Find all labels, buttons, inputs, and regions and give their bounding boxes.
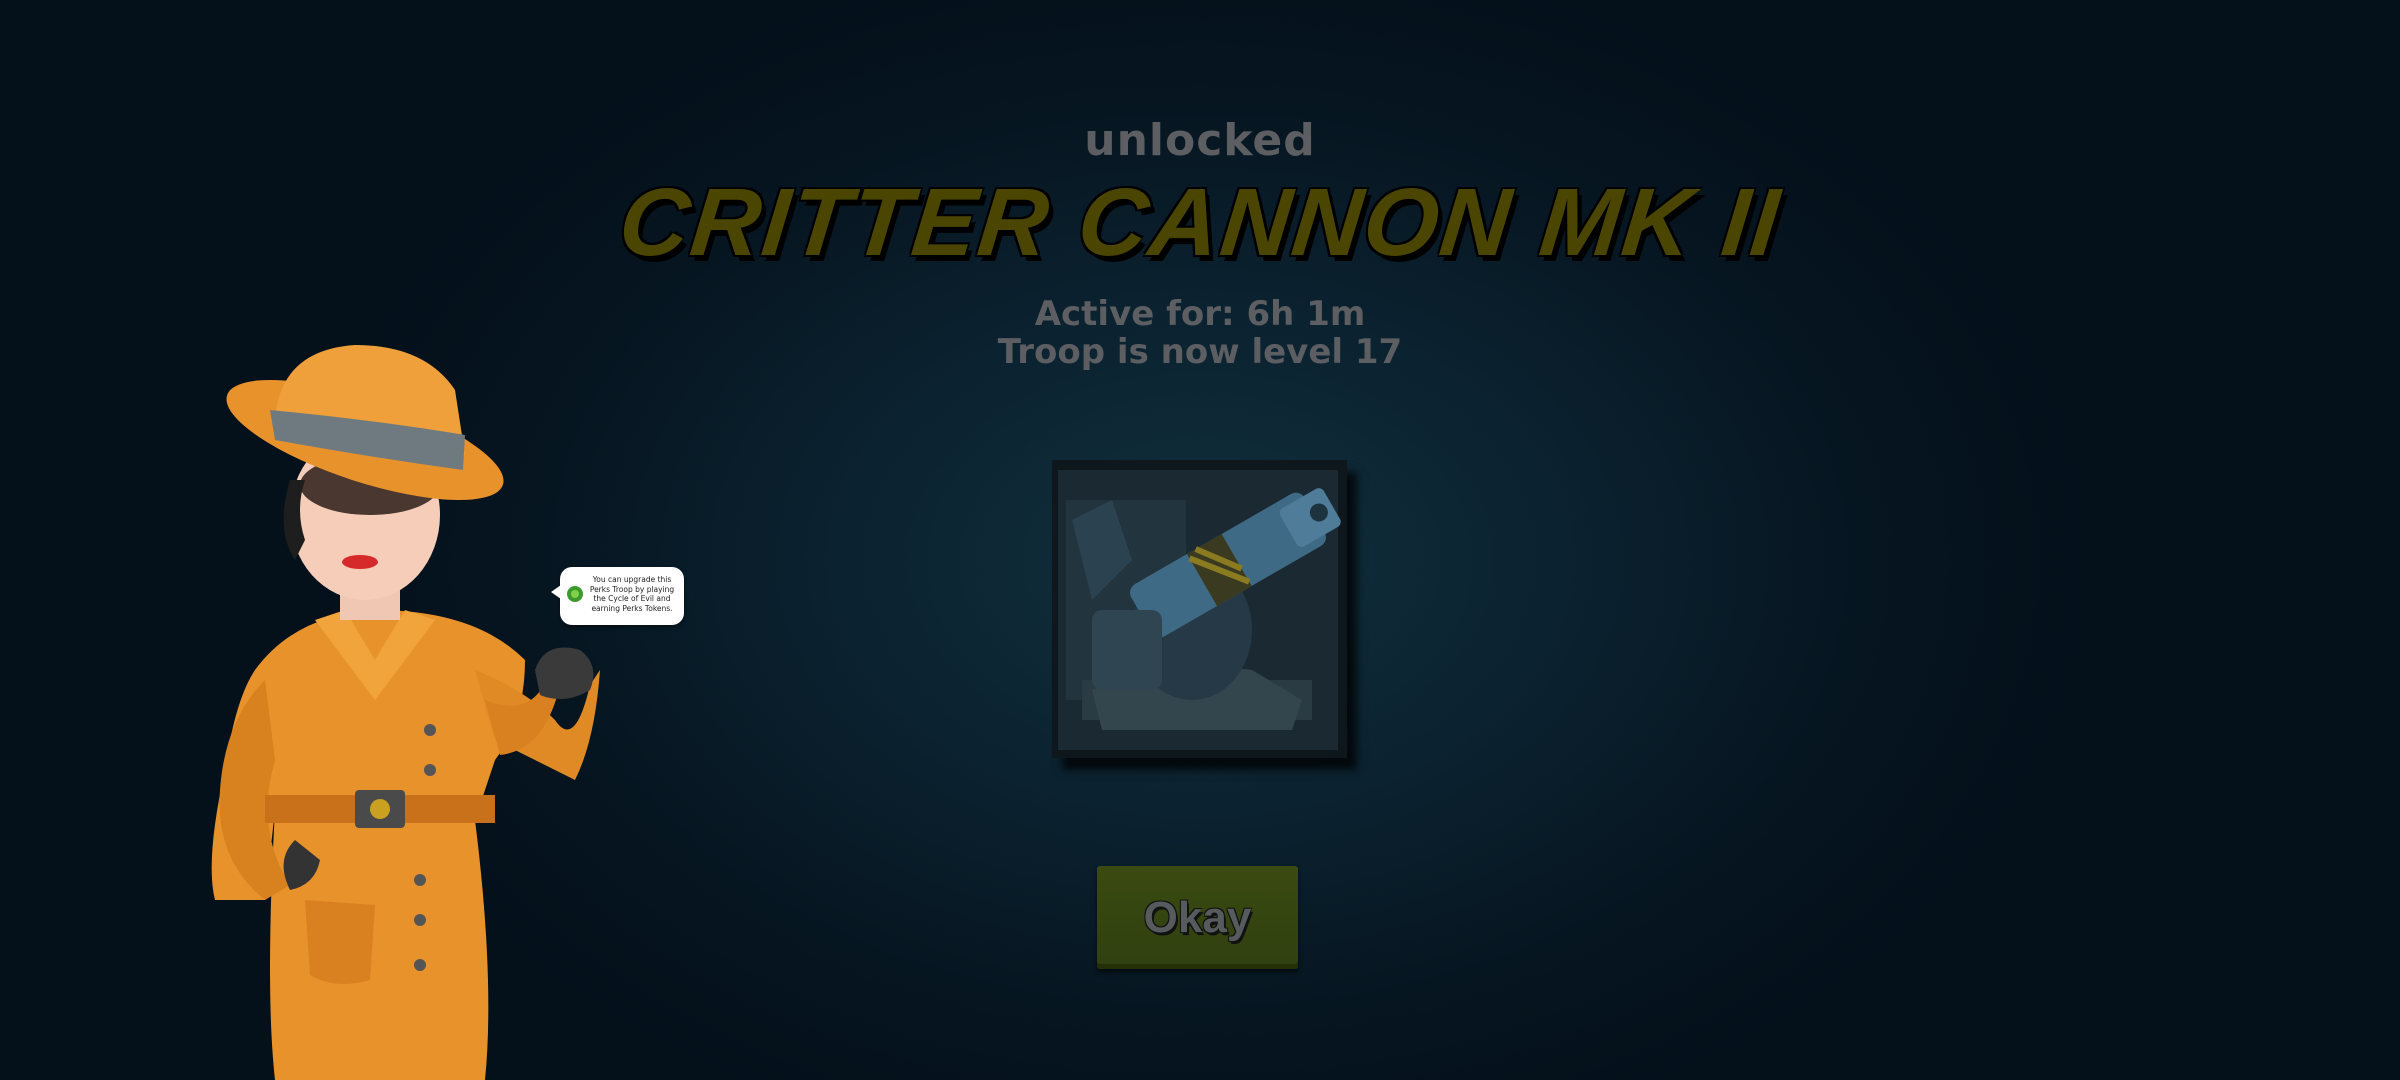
tip-text: You can upgrade this Perks Troop by play… [589,575,675,613]
tip-bubble: You can upgrade this Perks Troop by play… [551,567,684,625]
troop-image-card [1052,460,1347,758]
okay-button[interactable]: Okay [1097,866,1298,969]
perks-token-icon [567,586,583,602]
active-duration: Active for: 6h 1m [1034,294,1366,334]
okay-button-label: Okay [1143,892,1252,942]
detective-character [211,345,600,1080]
troop-title: CRITTER CANNON MK II [614,169,1786,276]
status-label: unlocked [1084,115,1316,166]
critter-cannon-icon [1058,470,1341,750]
